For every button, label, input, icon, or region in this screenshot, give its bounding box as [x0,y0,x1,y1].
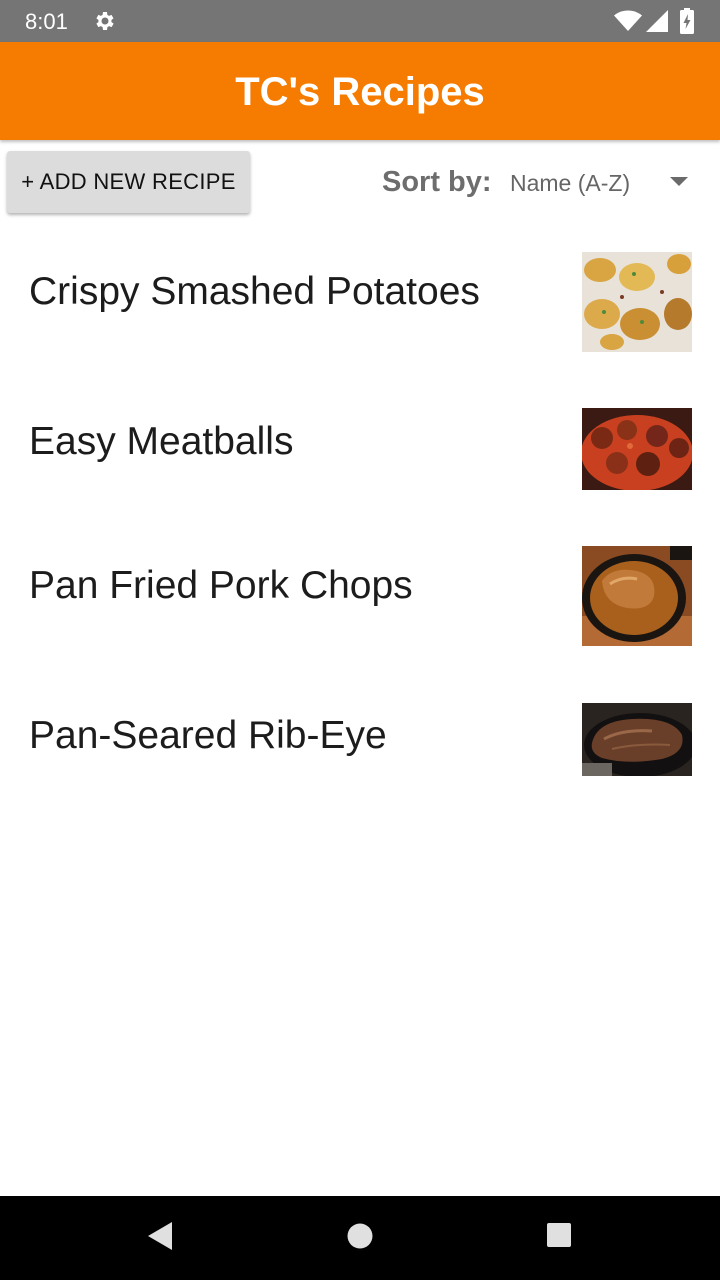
recipe-name: Pan Fried Pork Chops [29,564,413,607]
recipe-name: Easy Meatballs [29,420,294,463]
sort-dropdown[interactable]: Name (A-Z) [510,160,700,206]
recipe-thumbnail-potatoes [582,252,692,352]
recipe-thumbnail-rib-eye [582,703,692,776]
gear-icon [96,12,114,30]
recipes-screen: 8:01 TC's Recipes + ADD NEW RECIPE Sort … [0,0,720,1280]
wifi-icon [614,10,642,31]
sort-by-label: Sort by: [382,166,492,198]
app-title: TC's Recipes [235,70,485,114]
back-icon[interactable] [146,1220,174,1252]
recipe-thumbnail-meatballs [582,408,692,490]
status-time: 8:01 [25,9,68,34]
home-icon[interactable] [346,1222,374,1250]
recipe-item[interactable]: Pan-Seared Rib-Eye [0,684,720,804]
recipe-thumbnail-pork-chops [582,546,692,646]
app-bar: TC's Recipes [0,42,720,140]
recipe-item[interactable]: Pan Fried Pork Chops [0,526,720,666]
navigation-bar [0,1196,720,1280]
status-bar: 8:01 [0,0,720,42]
recents-icon[interactable] [546,1222,572,1248]
recipe-item[interactable]: Crispy Smashed Potatoes [0,232,720,372]
recipe-name: Pan-Seared Rib-Eye [29,714,387,757]
sort-selected-value: Name (A-Z) [510,170,631,196]
signal-icon [646,10,668,32]
add-new-recipe-button[interactable]: + ADD NEW RECIPE [7,151,250,213]
recipe-item[interactable]: Easy Meatballs [0,388,720,508]
recipe-name: Crispy Smashed Potatoes [29,270,480,313]
battery-charging-icon [680,8,694,34]
dropdown-arrow-icon [670,177,688,186]
